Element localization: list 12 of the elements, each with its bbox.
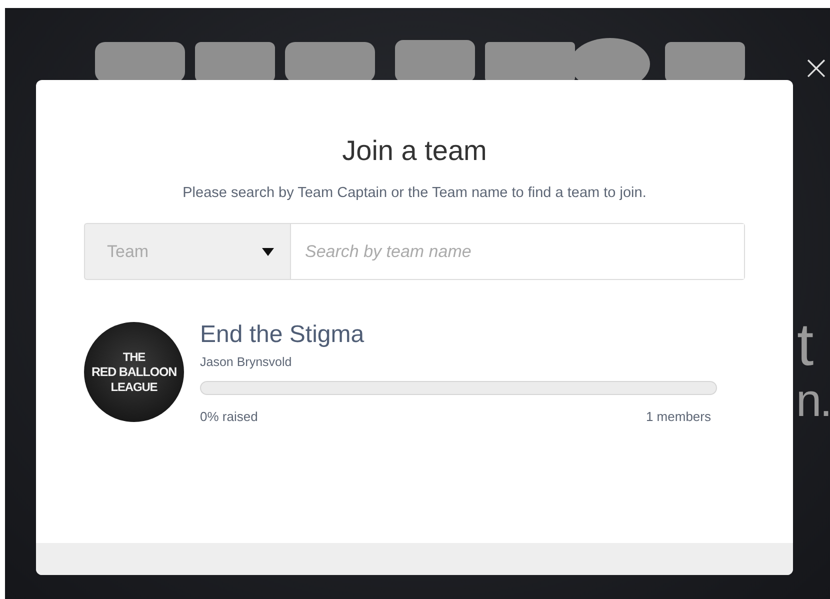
search-field[interactable]: Search by team name xyxy=(290,223,745,280)
dialog-subtitle: Please search by Team Captain or the Team name to find a team to join. xyxy=(182,185,648,201)
team-logo: THE RED BALLOON LEAGUE xyxy=(84,322,184,422)
dialog-title: Join a team xyxy=(341,135,488,167)
caret-icon xyxy=(262,248,274,256)
team-captain: Jason Brynsvold xyxy=(200,355,293,369)
raised-text: 0% raised xyxy=(200,409,258,424)
member-count: 1 members xyxy=(646,409,711,424)
close-button[interactable]: × xyxy=(802,54,830,82)
background-text: t xyxy=(797,322,814,368)
team-name[interactable]: End the Stigma xyxy=(200,321,717,349)
background-text: n. xyxy=(796,382,830,418)
